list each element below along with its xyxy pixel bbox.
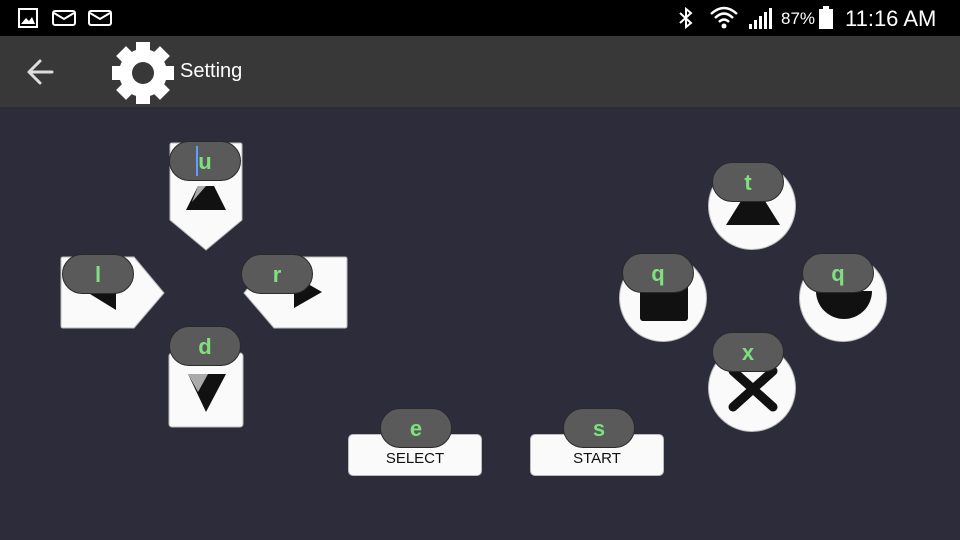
gear-icon <box>112 42 174 104</box>
mail-icon <box>88 10 112 26</box>
start-key-tag: s <box>563 408 635 448</box>
signal-icon <box>749 8 772 29</box>
start-label: START <box>573 450 621 467</box>
bluetooth-icon <box>679 6 693 30</box>
battery-icon <box>819 6 833 29</box>
dpad-right-key-tag: r <box>241 254 313 294</box>
square-key-tag: q <box>622 253 694 293</box>
mail-icon <box>52 10 76 26</box>
dpad-left-key-tag: l <box>62 254 134 294</box>
clock: 11:16 AM <box>845 6 937 31</box>
status-bar: 87% 11:16 AM <box>0 0 960 36</box>
circle-key-tag: q <box>802 253 874 293</box>
select-key-tag: e <box>380 408 452 448</box>
dpad-down-key-tag: d <box>169 326 241 366</box>
dpad-up-key-tag: u <box>169 141 241 181</box>
cross-key-tag: x <box>712 332 784 372</box>
gallery-icon <box>18 8 38 28</box>
page-title: Setting <box>180 60 243 82</box>
select-label: SELECT <box>385 450 445 467</box>
app-bar: Setting <box>0 36 960 107</box>
triangle-key-tag: t <box>712 162 784 202</box>
wifi-icon <box>710 6 738 29</box>
text-cursor <box>196 146 198 176</box>
arrow-left-icon[interactable] <box>22 54 62 90</box>
battery-percent: 87% <box>781 9 816 28</box>
